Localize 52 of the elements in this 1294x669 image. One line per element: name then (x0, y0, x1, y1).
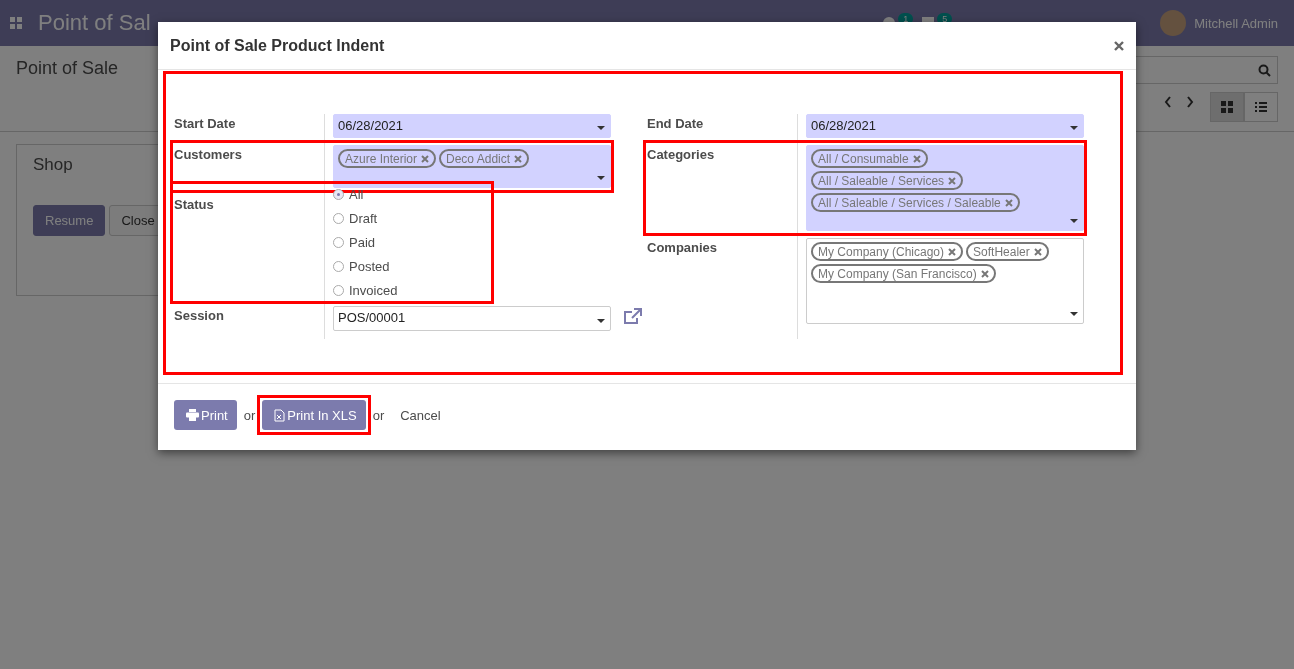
separator-text: or (372, 407, 385, 423)
field-label: Companies (647, 239, 719, 255)
separator-text: or (243, 407, 256, 423)
apps-icon[interactable] (10, 17, 22, 29)
field-label: Start Date (174, 115, 237, 131)
field-label: Session (174, 307, 225, 323)
remove-icon[interactable] (980, 269, 989, 278)
remove-icon[interactable] (514, 154, 523, 163)
tag: SoftHealer (966, 242, 1049, 261)
cancel-link[interactable]: Cancel (400, 407, 441, 423)
next-icon[interactable] (1186, 96, 1194, 108)
date-field[interactable]: 06/28/2021 (333, 114, 611, 138)
print-xls-button[interactable]: Print In XLS (262, 400, 366, 430)
field-label: Status (174, 196, 215, 212)
list-icon (1255, 102, 1267, 112)
radio-option[interactable]: Paid (333, 234, 611, 251)
dialog-title: Point of Sale Product Indent (170, 36, 385, 55)
tag: All / Saleable / Services (811, 171, 964, 190)
date-field[interactable]: 06/28/2021 (806, 114, 1084, 138)
kanban-view-button[interactable] (1210, 92, 1244, 122)
printer-icon (186, 409, 199, 421)
spreadsheet-file-icon (274, 408, 286, 422)
tag: My Company (Chicago) (811, 242, 964, 261)
tags-field[interactable]: My Company (Chicago) SoftHealer My Company (San Francisco) (806, 238, 1084, 324)
card-title: Shop (33, 155, 73, 175)
previous-icon[interactable] (1164, 96, 1172, 108)
external-link-icon[interactable] (623, 308, 643, 326)
grid-icon (1221, 101, 1233, 113)
tag: Azure Interior (338, 149, 437, 168)
list-view-button[interactable] (1244, 92, 1278, 122)
print-button[interactable]: Print (174, 400, 237, 430)
tag: All / Saleable / Services / Saleable (811, 193, 1020, 212)
remove-icon[interactable] (1033, 247, 1042, 256)
remove-icon[interactable] (421, 154, 430, 163)
radio-option[interactable]: Posted (333, 258, 611, 275)
radio-option[interactable]: Invoiced (333, 282, 611, 299)
tag: My Company (San Francisco) (811, 264, 996, 283)
field-label: Customers (174, 146, 243, 162)
tag: All / Consumable (811, 149, 928, 168)
remove-icon[interactable] (912, 154, 921, 163)
remove-icon[interactable] (948, 247, 957, 256)
breadcrumb[interactable]: Point of Sale (16, 58, 119, 79)
remove-icon[interactable] (1004, 198, 1013, 207)
close-icon[interactable] (1114, 40, 1124, 51)
radio-option[interactable]: Draft (333, 210, 611, 227)
remove-icon[interactable] (948, 176, 957, 185)
app-name: Point of Sal (38, 10, 151, 36)
field-label: End Date (647, 115, 705, 131)
field-label: Categories (647, 146, 716, 162)
tag: Deco Addict (439, 149, 530, 168)
search-icon[interactable] (1258, 63, 1271, 77)
select-field[interactable]: POS/00001 (333, 306, 611, 331)
